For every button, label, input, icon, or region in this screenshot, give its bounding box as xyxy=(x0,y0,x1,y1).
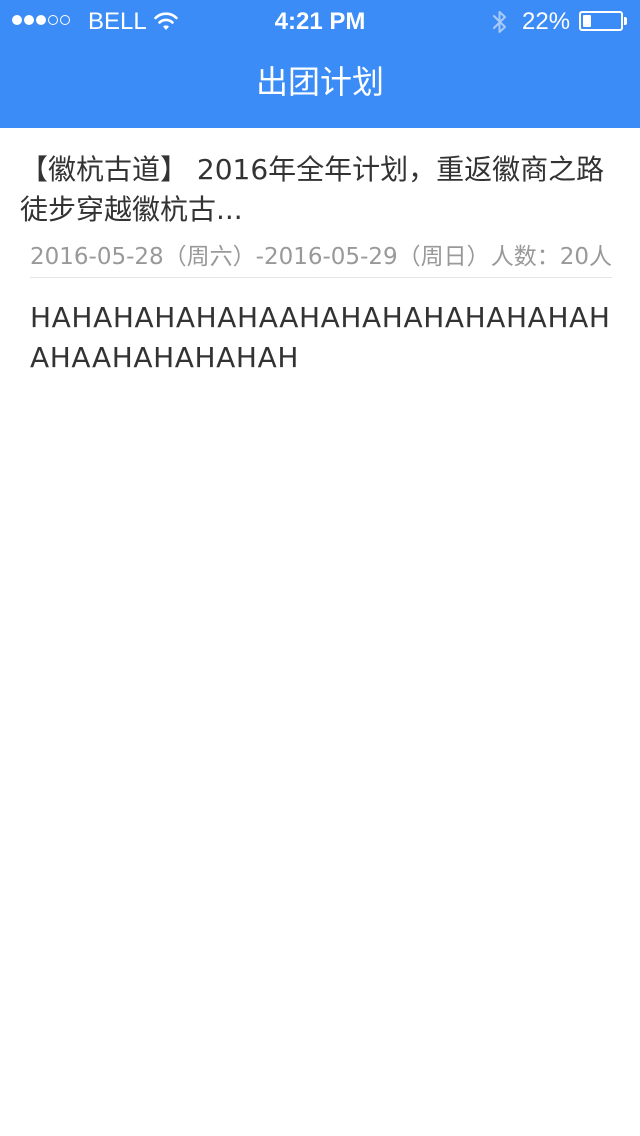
battery-percentage: 22% xyxy=(522,8,571,35)
people-value: 20人 xyxy=(559,244,612,270)
plan-dates: 2016-05-28（周六）-2016-05-29（周日） xyxy=(30,244,490,270)
status-bar: BELL 4:21 PM 22% xyxy=(0,0,640,42)
plan-people-count: 人数： 20人 xyxy=(491,242,612,272)
plan-title: 【徽杭古道】 2016年全年计划，重返徽商之路徒步穿越徽杭古... xyxy=(20,153,605,226)
plan-description: HAHAHAHAHAHAAHAHAHAHAHAHAHAHAHAAHAHAHAHA… xyxy=(30,301,611,374)
page-title: 出团计划 xyxy=(255,63,384,101)
screen: BELL 4:21 PM 22% 出团计划 【徽杭古道】 2016年全年计划，重… xyxy=(0,0,640,1136)
plan-card[interactable]: 【徽杭古道】 2016年全年计划，重返徽商之路徒步穿越徽杭古... 2016-0… xyxy=(20,128,612,278)
battery-icon xyxy=(579,11,623,31)
battery-tip xyxy=(624,17,627,25)
people-label: 人数： xyxy=(490,244,560,270)
header-bar: BELL 4:21 PM 22% 出团计划 xyxy=(0,0,640,128)
bluetooth-icon xyxy=(493,11,506,33)
battery-level-fill xyxy=(583,15,591,27)
content-area: 【徽杭古道】 2016年全年计划，重返徽商之路徒步穿越徽杭古... 2016-0… xyxy=(0,128,640,378)
